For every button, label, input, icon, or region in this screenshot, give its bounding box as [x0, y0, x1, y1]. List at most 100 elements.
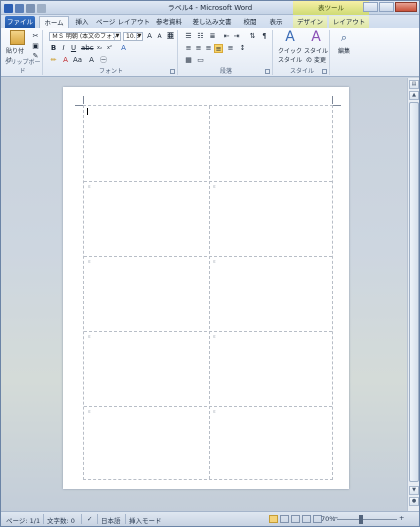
font-dialog-launcher-icon[interactable] — [170, 69, 175, 74]
ribbon: 貼り付け ✂ ▣ ✎ クリップボード ＭＳ 明朝 (本文のフォン ▼ 10.5 … — [1, 28, 419, 77]
strikethrough-icon[interactable]: abc — [81, 44, 94, 53]
separator — [81, 514, 82, 524]
highlight-icon[interactable]: ✏ — [49, 56, 58, 65]
paragraph-dialog-launcher-icon[interactable] — [265, 69, 270, 74]
zoom-slider[interactable] — [337, 519, 397, 520]
tab-home[interactable]: ホーム — [39, 16, 69, 28]
table-row-divider — [84, 331, 332, 332]
vertical-scrollbar[interactable]: ▤ ▲ ▼ ● — [407, 78, 419, 511]
chevron-down-icon[interactable]: ▼ — [136, 33, 142, 40]
enclose-characters-icon[interactable]: ㊀ — [99, 56, 108, 65]
font-group-label: フォント — [98, 68, 123, 75]
decrease-indent-icon[interactable]: ⇤ — [222, 32, 231, 41]
maximize-button[interactable] — [379, 2, 394, 12]
crop-mark — [83, 96, 84, 104]
cut-icon[interactable]: ✂ — [31, 32, 40, 41]
outline-view-icon[interactable] — [302, 515, 311, 523]
cell-end-mark: ¤ — [213, 334, 216, 339]
table-row-divider — [84, 181, 332, 182]
zoom-slider-knob[interactable] — [359, 515, 363, 524]
zoom-out-icon[interactable]: − — [333, 514, 338, 522]
document-area[interactable]: ¤ ¤ ¤ ¤ ¤ ¤ ¤ ¤ — [1, 78, 407, 511]
shrink-font-icon[interactable]: A — [155, 32, 164, 41]
document-page[interactable]: ¤ ¤ ¤ ¤ ¤ ¤ ¤ ¤ — [63, 87, 349, 489]
proofing-icon[interactable]: ✓ — [87, 515, 92, 523]
text-effects-icon[interactable]: A — [119, 44, 128, 53]
change-case-icon[interactable]: Aa — [73, 56, 82, 65]
distributed-icon[interactable]: ≡ — [226, 44, 235, 53]
font-size-combo[interactable]: 10.5 ▼ — [123, 32, 143, 41]
tab-mailings[interactable]: 差し込み文書 — [189, 16, 235, 28]
paste-icon — [9, 30, 25, 45]
clipboard-group: 貼り付け ✂ ▣ ✎ クリップボード — [3, 30, 43, 75]
print-layout-view-icon[interactable] — [269, 515, 278, 523]
subscript-icon[interactable]: x₂ — [95, 44, 104, 53]
borders-icon[interactable]: ▭ — [196, 56, 205, 65]
italic-icon[interactable]: I — [59, 44, 68, 53]
change-style-button[interactable]: A スタイルの 変更 — [303, 30, 329, 65]
page-indicator[interactable]: ページ: 1/1 — [6, 515, 40, 525]
browse-object-icon[interactable]: ● — [409, 497, 419, 506]
zoom-in-icon[interactable]: + — [399, 514, 404, 522]
styles-group-label: スタイル — [289, 68, 314, 75]
underline-icon[interactable]: U — [69, 44, 78, 53]
crop-mark — [332, 96, 333, 104]
align-left-icon[interactable]: ≡ — [184, 44, 193, 53]
grow-font-icon[interactable]: A — [145, 32, 154, 41]
tab-review[interactable]: 校閲 — [239, 16, 261, 28]
superscript-icon[interactable]: x² — [105, 44, 114, 53]
bullets-icon[interactable]: ☰ — [184, 32, 193, 41]
bold-icon[interactable]: B — [49, 44, 58, 53]
minimize-button[interactable] — [363, 2, 378, 12]
cell-end-mark: ¤ — [213, 184, 216, 189]
scroll-down-icon[interactable]: ▼ — [409, 486, 419, 495]
copy-icon[interactable]: ▣ — [31, 42, 40, 51]
insert-mode-indicator[interactable]: 挿入モード — [129, 515, 162, 525]
justify-icon[interactable]: ≡ — [214, 44, 223, 53]
phonetic-guide-icon[interactable]: 亜 — [166, 32, 175, 41]
numbering-icon[interactable]: ☷ — [196, 32, 205, 41]
increase-indent-icon[interactable]: ⇥ — [232, 32, 241, 41]
close-button[interactable] — [395, 2, 417, 12]
web-layout-view-icon[interactable] — [291, 515, 300, 523]
cell-end-mark: ¤ — [88, 184, 91, 189]
quick-style-button[interactable]: A クイック スタイル — [277, 30, 303, 65]
label-table[interactable]: ¤ ¤ ¤ ¤ ¤ ¤ ¤ ¤ — [83, 105, 333, 480]
crop-mark — [75, 105, 83, 106]
chevron-down-icon[interactable]: ▼ — [114, 33, 120, 40]
tab-file[interactable]: ファイル — [5, 16, 35, 28]
tab-insert[interactable]: 挿入 — [71, 16, 93, 28]
character-shading-icon[interactable]: A — [87, 56, 96, 65]
font-color-icon[interactable]: A — [61, 56, 70, 65]
quick-style-label: クイック スタイル — [277, 48, 302, 64]
tab-design[interactable]: デザイン — [293, 16, 327, 28]
shading-icon[interactable]: ▦ — [184, 56, 193, 65]
align-center-icon[interactable]: ≡ — [194, 44, 203, 53]
scroll-up-icon[interactable]: ▲ — [409, 91, 419, 100]
font-name-value: ＭＳ 明朝 (本文のフォン — [52, 33, 119, 40]
tab-page-layout[interactable]: ページ レイアウト — [95, 16, 151, 28]
table-row-divider — [84, 406, 332, 407]
styles-dialog-launcher-icon[interactable] — [322, 69, 327, 74]
show-formatting-icon[interactable]: ¶ — [260, 32, 269, 41]
sort-icon[interactable]: ⇅ — [248, 32, 257, 41]
font-name-combo[interactable]: ＭＳ 明朝 (本文のフォン ▼ — [49, 32, 121, 41]
window-buttons — [363, 2, 417, 12]
cell-end-mark: ¤ — [88, 259, 91, 264]
tab-layout[interactable]: レイアウト — [329, 16, 369, 28]
font-group: ＭＳ 明朝 (本文のフォン ▼ 10.5 ▼ A A 亜 B I U abc x… — [45, 30, 178, 75]
tab-view[interactable]: 表示 — [265, 16, 287, 28]
scroll-thumb[interactable] — [409, 102, 419, 482]
language-indicator[interactable]: 日本語 — [101, 515, 121, 525]
cell-end-mark: ¤ — [88, 334, 91, 339]
word-count[interactable]: 文字数: 0 — [47, 515, 75, 525]
ruler-toggle-icon[interactable]: ▤ — [409, 80, 419, 89]
table-column-divider — [209, 106, 210, 479]
multilevel-list-icon[interactable]: ≣ — [208, 32, 217, 41]
status-bar: ページ: 1/1 文字数: 0 ✓ 日本語 挿入モード 70% − + — [1, 511, 419, 526]
tab-references[interactable]: 参考資料 — [153, 16, 185, 28]
line-spacing-icon[interactable]: ↕ — [238, 44, 247, 53]
editing-button[interactable]: ⌕ 編集 — [334, 30, 354, 55]
full-screen-view-icon[interactable] — [280, 515, 289, 523]
align-right-icon[interactable]: ≡ — [204, 44, 213, 53]
